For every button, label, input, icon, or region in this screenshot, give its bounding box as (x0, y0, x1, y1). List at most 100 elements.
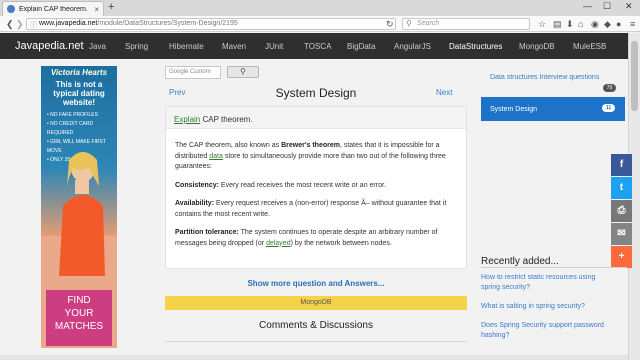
answer-intro: The CAP theorem, also known as Brewer's … (175, 141, 459, 173)
count-badge: 11 (602, 104, 615, 112)
answer-bold: Brewer's theorem (281, 142, 340, 149)
divider (481, 267, 627, 268)
nav-bigdata[interactable]: BigData (347, 42, 375, 51)
partition-label: Partition tolerance: (175, 229, 239, 236)
favicon-icon (7, 5, 15, 13)
reload-icon[interactable]: ↻ (386, 19, 394, 29)
sidebar-item-label: System Design (490, 106, 538, 113)
comments-heading: Comments & Discussions (259, 320, 373, 331)
nav-angularjs[interactable]: AngularJS (394, 42, 431, 51)
forward-icon[interactable]: ❯ (16, 19, 24, 29)
address-bar[interactable]: ⓘ www.javapedia.net/module/DataStructure… (26, 18, 396, 30)
partition-item: Partition tolerance: The system continue… (175, 228, 459, 249)
recent-item[interactable]: Does Spring Security support password ha… (481, 321, 611, 341)
data-link[interactable]: data (209, 153, 223, 160)
twitter-share-button[interactable]: t (611, 177, 632, 199)
nav-junit[interactable]: JUnit (265, 42, 283, 51)
consistency-item: Consistency: Every read receives the mos… (175, 181, 459, 192)
browser-tab[interactable]: Explain CAP theorem. × (2, 1, 104, 16)
sidebar-item-ds-questions[interactable]: Data structures Interview questions (490, 74, 599, 81)
ad-bullet: • NO CREDIT CARD REQUIRED (47, 121, 94, 136)
ad-cta-line: YOUR (64, 308, 94, 319)
search-placeholder: Search (417, 20, 440, 27)
browser-tab-bar: Explain CAP theorem. × + — ☐ ✕ (0, 0, 640, 16)
partition-text: ) by the network between nodes. (290, 239, 392, 247)
next-link[interactable]: Next (436, 88, 452, 97)
availability-item: Availability: Every request receives a (… (175, 199, 459, 220)
site-navbar: Javapedia.net Java Spring Hibernate Mave… (0, 33, 628, 59)
count-badge: 79 (603, 84, 616, 92)
consistency-text: Every read receives the most recent writ… (218, 181, 386, 189)
ad-headline: This is not a typical dating website! (53, 80, 105, 107)
reading-list-icon[interactable]: ▤ (553, 19, 562, 29)
show-more-link[interactable]: Show more question and Answers... (165, 279, 467, 288)
nav-maven[interactable]: Maven (222, 42, 246, 51)
site-search-input[interactable]: Google Custom (165, 66, 221, 79)
tab-close-icon[interactable]: × (94, 5, 99, 14)
new-tab-button[interactable]: + (108, 1, 114, 13)
more-share-button[interactable]: + (611, 246, 632, 268)
shield-icon[interactable]: ◆ (604, 19, 611, 29)
ad-logo: Victoria Hearts (50, 68, 108, 77)
qa-card: Explain CAP theorem. The CAP theorem, al… (165, 106, 467, 269)
ad-cta[interactable]: FIND YOUR MATCHES (46, 290, 112, 346)
answer-text: The CAP theorem, also known as (175, 142, 282, 149)
nav-java[interactable]: Java (89, 42, 106, 51)
nav-tosca[interactable]: TOSCA (304, 42, 331, 51)
site-brand[interactable]: Javapedia.net (0, 40, 90, 52)
twitter-icon: t (619, 182, 624, 193)
menu-icon[interactable]: ≡ (630, 19, 635, 29)
search-icon: ⚲ (240, 67, 246, 76)
nav-mongodb[interactable]: MongoDB (519, 42, 555, 51)
maximize-button[interactable]: ☐ (603, 1, 611, 12)
nav-muleesb[interactable]: MuleESB (573, 42, 606, 51)
page-title: System Design (275, 86, 357, 100)
browser-search-input[interactable]: ⚲ Search (402, 18, 530, 30)
answer-body: The CAP theorem, also known as Brewer's … (175, 141, 459, 257)
search-icon: ⚲ (406, 19, 412, 28)
divider (165, 341, 467, 342)
nav-datastructures[interactable]: DataStructures (449, 42, 502, 51)
delayed-link[interactable]: delayed (266, 240, 291, 247)
user-icon[interactable]: ● (616, 19, 621, 29)
nav-spring[interactable]: Spring (125, 42, 148, 51)
ad-model-image (59, 152, 105, 276)
advertisement[interactable]: Victoria Hearts This is not a typical da… (41, 66, 117, 348)
tab-title: Explain CAP theorem. (19, 5, 88, 13)
print-button[interactable]: ⎙ (611, 200, 632, 222)
scroll-thumb[interactable] (631, 41, 638, 111)
nav-hibernate[interactable]: Hibernate (169, 42, 204, 51)
status-strip (0, 355, 628, 360)
pocket-icon[interactable]: ◉ (591, 19, 599, 29)
prev-link[interactable]: Prev (169, 88, 185, 97)
topic-tag[interactable]: MongoDB (165, 296, 467, 310)
download-icon[interactable]: ⬇ (566, 19, 574, 29)
recent-item[interactable]: What is salting in spring security? (481, 302, 611, 312)
availability-label: Availability: (175, 200, 215, 207)
ad-cta-line: FIND (67, 295, 91, 306)
question-header: Explain CAP theorem. (166, 107, 466, 129)
facebook-share-button[interactable]: f (611, 154, 632, 176)
info-icon[interactable]: ⓘ (30, 20, 37, 29)
ad-bullet: • NO FAKE PROFILES (47, 112, 98, 118)
site-search-button[interactable]: ⚲ (227, 66, 259, 78)
recent-heading: Recently added... (481, 256, 559, 267)
facebook-icon: f (619, 159, 624, 170)
email-share-button[interactable]: ✉ (611, 223, 632, 245)
recent-item[interactable]: How to restrict static resources using s… (481, 273, 611, 293)
url-path: /module/DataStructures/System-Design/219… (97, 20, 238, 27)
availability-text: Every request receives a (non-error) res… (175, 200, 447, 218)
consistency-label: Consistency: (175, 181, 219, 189)
star-icon[interactable]: ☆ (538, 19, 546, 29)
close-window-button[interactable]: ✕ (625, 1, 633, 12)
minimize-button[interactable]: — (583, 1, 592, 11)
plus-icon: + (618, 251, 625, 262)
url-host: www.javapedia.net (39, 20, 98, 27)
ad-cta-line: MATCHES (54, 321, 104, 332)
back-icon[interactable]: ❮ (6, 19, 14, 29)
question-keyword-link[interactable]: Explain (174, 115, 200, 124)
print-icon: ⎙ (617, 205, 626, 216)
question-text: CAP theorem. (200, 115, 253, 124)
home-icon[interactable]: ⌂ (578, 19, 583, 29)
mail-icon: ✉ (617, 228, 626, 239)
